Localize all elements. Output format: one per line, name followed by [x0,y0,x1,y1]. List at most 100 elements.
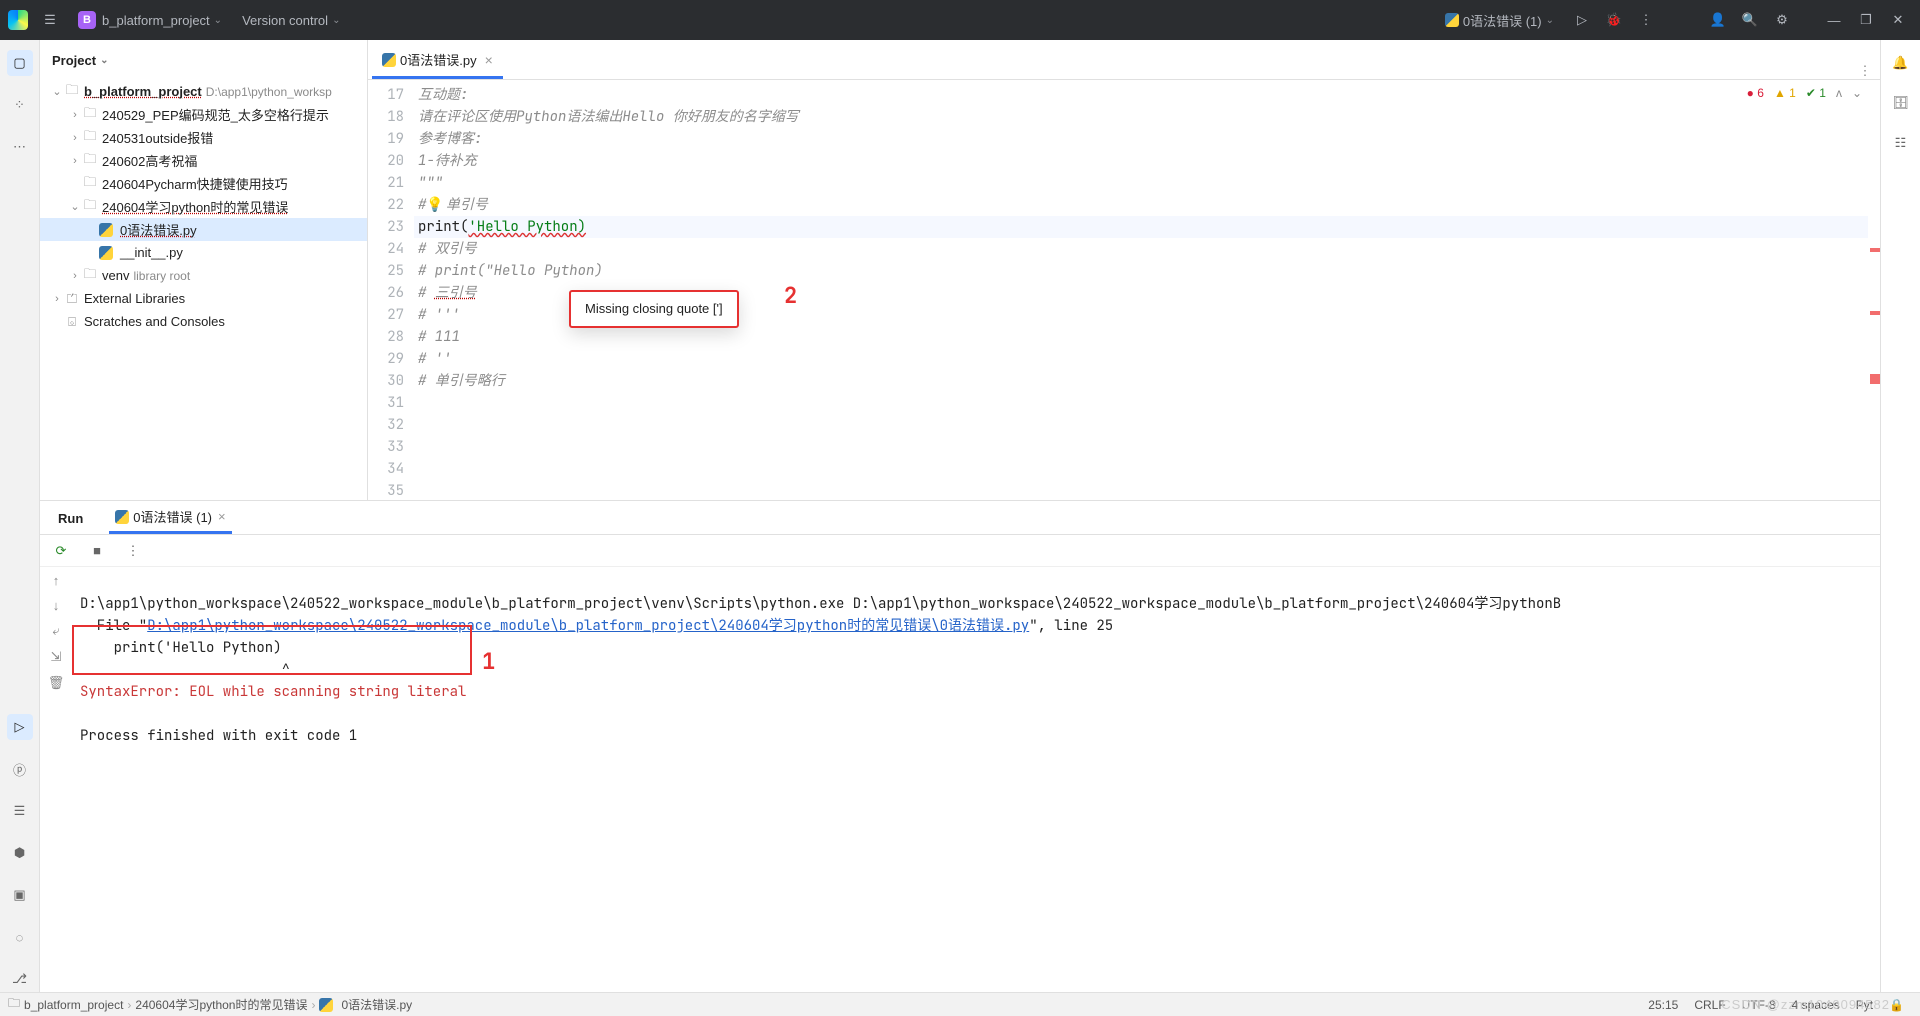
folder-icon: 🗀 [64,84,80,100]
tree-external-libs[interactable]: ›⏍External Libraries [40,287,367,310]
file-encoding[interactable]: UTF-8 [1734,998,1784,1012]
sciview-icon[interactable]: ☷ [1888,130,1914,156]
breadcrumb: 🗀 b_platform_project › 240604学习python时的常… [8,994,412,1015]
tree-folder[interactable]: ⌄🗀240604学习python时的常见错误 [40,195,367,218]
down-stack-icon[interactable]: ↓ [53,598,60,613]
tree-root[interactable]: ⌄🗀b_platform_projectD:\app1\python_works… [40,80,367,103]
python-packages-icon[interactable]: ⬢ [7,840,33,866]
minimize-icon[interactable]: — [1820,6,1848,34]
maximize-icon[interactable]: ❐ [1852,6,1880,34]
scroll-end-icon[interactable]: ⇲ [51,649,62,665]
errors-badge[interactable]: ● 6 [1747,86,1764,100]
vcs-dropdown[interactable]: Version control ⌄ [232,5,350,35]
stop-icon[interactable]: ■ [86,543,108,558]
console-side-toolbar: ↑ ↓ ⤶ ⇲ 🗑 [40,567,72,992]
breadcrumb-item[interactable]: 240604学习python时的常见错误 [135,996,307,1013]
annotation-2: 2 [784,285,797,307]
more-tool-icon[interactable]: ⋯ [7,134,33,160]
chevron-down-icon: ⌄ [1546,15,1554,26]
run-panel-title[interactable]: Run [52,502,89,534]
tree-expand-icon[interactable]: ⌄ [50,85,64,98]
indent-setting[interactable]: 4 spaces [1784,998,1848,1012]
database-icon[interactable]: 🗄 [1888,90,1914,116]
typos-badge[interactable]: ✔ 1 [1806,86,1826,100]
search-everywhere-icon[interactable]: 🔍 [1736,6,1764,34]
run-console[interactable]: D:\app1\python_workspace\240522_workspac… [72,567,1880,992]
python-console-icon[interactable]: ⓟ [7,756,33,782]
console-context: print('Hello Python) [80,639,282,657]
vcs-icon[interactable]: ⎇ [7,966,33,992]
breadcrumb-item[interactable]: b_platform_project [24,998,123,1012]
caret-position[interactable]: 25:15 [1640,998,1686,1012]
stacktrace-link[interactable]: D:\app1\python_workspace\240522_workspac… [147,617,1029,635]
debug-button[interactable]: 🐞 [1600,6,1628,34]
inspection-badges[interactable]: ● 6 ▲ 1 ✔ 1 ʌ ⌄ [1747,86,1862,100]
project-dropdown[interactable]: B b_platform_project ⌄ [68,5,232,35]
rerun-icon[interactable]: ⟳ [50,543,72,559]
code-with-me-icon[interactable]: 👤 [1704,6,1732,34]
readonly-lock-icon[interactable]: 🔒 [1881,998,1912,1012]
warnings-badge[interactable]: ▲ 1 [1774,86,1796,100]
tree-venv[interactable]: ›🗀venvlibrary root [40,264,367,287]
project-panel: Project ⌄ ⌄🗀b_platform_projectD:\app1\py… [40,40,368,500]
run-more-icon[interactable]: ⋮ [122,543,144,559]
tree-collapse-icon[interactable]: › [68,109,82,121]
structure-tool-icon[interactable]: ⁘ [7,92,33,118]
run-button[interactable]: ▷ [1568,6,1596,34]
editor-tab-menu-icon[interactable]: ⋮ [1850,63,1880,79]
ide-logo[interactable] [8,8,32,32]
statusbar: 🗀 b_platform_project › 240604学习python时的常… [0,992,1920,1016]
run-tool-icon[interactable]: ▷ [7,714,33,740]
tree-folder[interactable]: ›🗀240531outside报错 [40,126,367,149]
editor-body[interactable]: 17181920212223242526272829303132333435 互… [368,80,1880,500]
breadcrumb-item[interactable]: 0语法错误.py [341,996,412,1013]
editor-tab[interactable]: 0语法错误.py × [372,43,503,79]
project-panel-header[interactable]: Project ⌄ [40,40,367,80]
tree-folder[interactable]: ›🗀240529_PEP编码规范_太多空格行提示 [40,103,367,126]
left-tool-strip: ▢ ⁘ ⋯ ▷ ⓟ ☰ ⬢ ▣ ◌ ⎇ [0,40,40,992]
python-icon [100,245,116,261]
clear-icon[interactable]: 🗑 [48,675,65,691]
console-caret: ^ [80,661,290,679]
close-window-icon[interactable]: ✕ [1884,6,1912,34]
tree-file[interactable]: __init__.py [40,241,367,264]
notifications-icon[interactable]: 🔔 [1888,50,1914,76]
up-stack-icon[interactable]: ↑ [53,573,60,588]
run-tab[interactable]: 0语法错误 (1) × [109,502,231,534]
python-icon [382,53,396,67]
close-tab-icon[interactable]: × [485,52,493,68]
chevron-down-icon: ⌄ [332,15,340,26]
code-lines[interactable]: 互动题: 请在评论区使用Python语法编出Hello 你好朋友的名字缩写 参考… [414,80,1868,500]
softwrap-icon[interactable]: ⤶ [52,623,59,639]
terminal-icon[interactable]: ▣ [7,882,33,908]
console-exit: Process finished with exit code 1 [80,727,357,745]
run-config-dropdown[interactable]: 0语法错误 (1) ⌄ [1435,5,1564,35]
editor-tabs: 0语法错误.py × ⋮ [368,40,1880,80]
tree-scratches[interactable]: ⌺Scratches and Consoles [40,310,367,333]
chevron-down-icon: ⌄ [214,15,222,26]
tree-file-selected[interactable]: 0语法错误.py [40,218,367,241]
project-panel-title: Project [52,53,96,68]
services-icon[interactable]: ☰ [7,798,33,824]
interpreter[interactable]: Pyt [1848,998,1881,1012]
more-actions-icon[interactable]: ⋮ [1632,6,1660,34]
project-tool-icon[interactable]: ▢ [7,50,33,76]
close-tab-icon[interactable]: × [218,509,226,524]
run-toolbar: ⟳ ■ ⋮ [40,535,1880,567]
settings-icon[interactable]: ⚙ [1768,6,1796,34]
editor-area: 0语法错误.py × ⋮ ● 6 ▲ 1 ✔ 1 ʌ ⌄ 17181920212… [368,40,1880,500]
prev-highlight-icon[interactable]: ʌ [1836,86,1842,100]
problems-icon[interactable]: ◌ [7,924,33,950]
run-panel-header: Run 0语法错误 (1) × [40,501,1880,535]
run-panel: Run 0语法错误 (1) × ⟳ ■ ⋮ ↑ ↓ ⤶ ⇲ 🗑 [40,500,1880,992]
tree-folder[interactable]: ›🗀240602高考祝福 [40,149,367,172]
line-separator[interactable]: CRLF [1686,998,1733,1012]
titlebar: ☰ B b_platform_project ⌄ Version control… [0,0,1920,40]
main-menu-icon[interactable]: ☰ [38,8,62,32]
intention-bulb-icon[interactable]: 💡 [426,196,443,214]
next-highlight-icon[interactable]: ⌄ [1852,86,1862,100]
error-stripe[interactable] [1868,80,1880,500]
breadcrumb-icon: 🗀 [8,994,20,1015]
gutter: 17181920212223242526272829303132333435 [368,80,414,500]
tree-folder[interactable]: 🗀240604Pycharm快捷键使用技巧 [40,172,367,195]
